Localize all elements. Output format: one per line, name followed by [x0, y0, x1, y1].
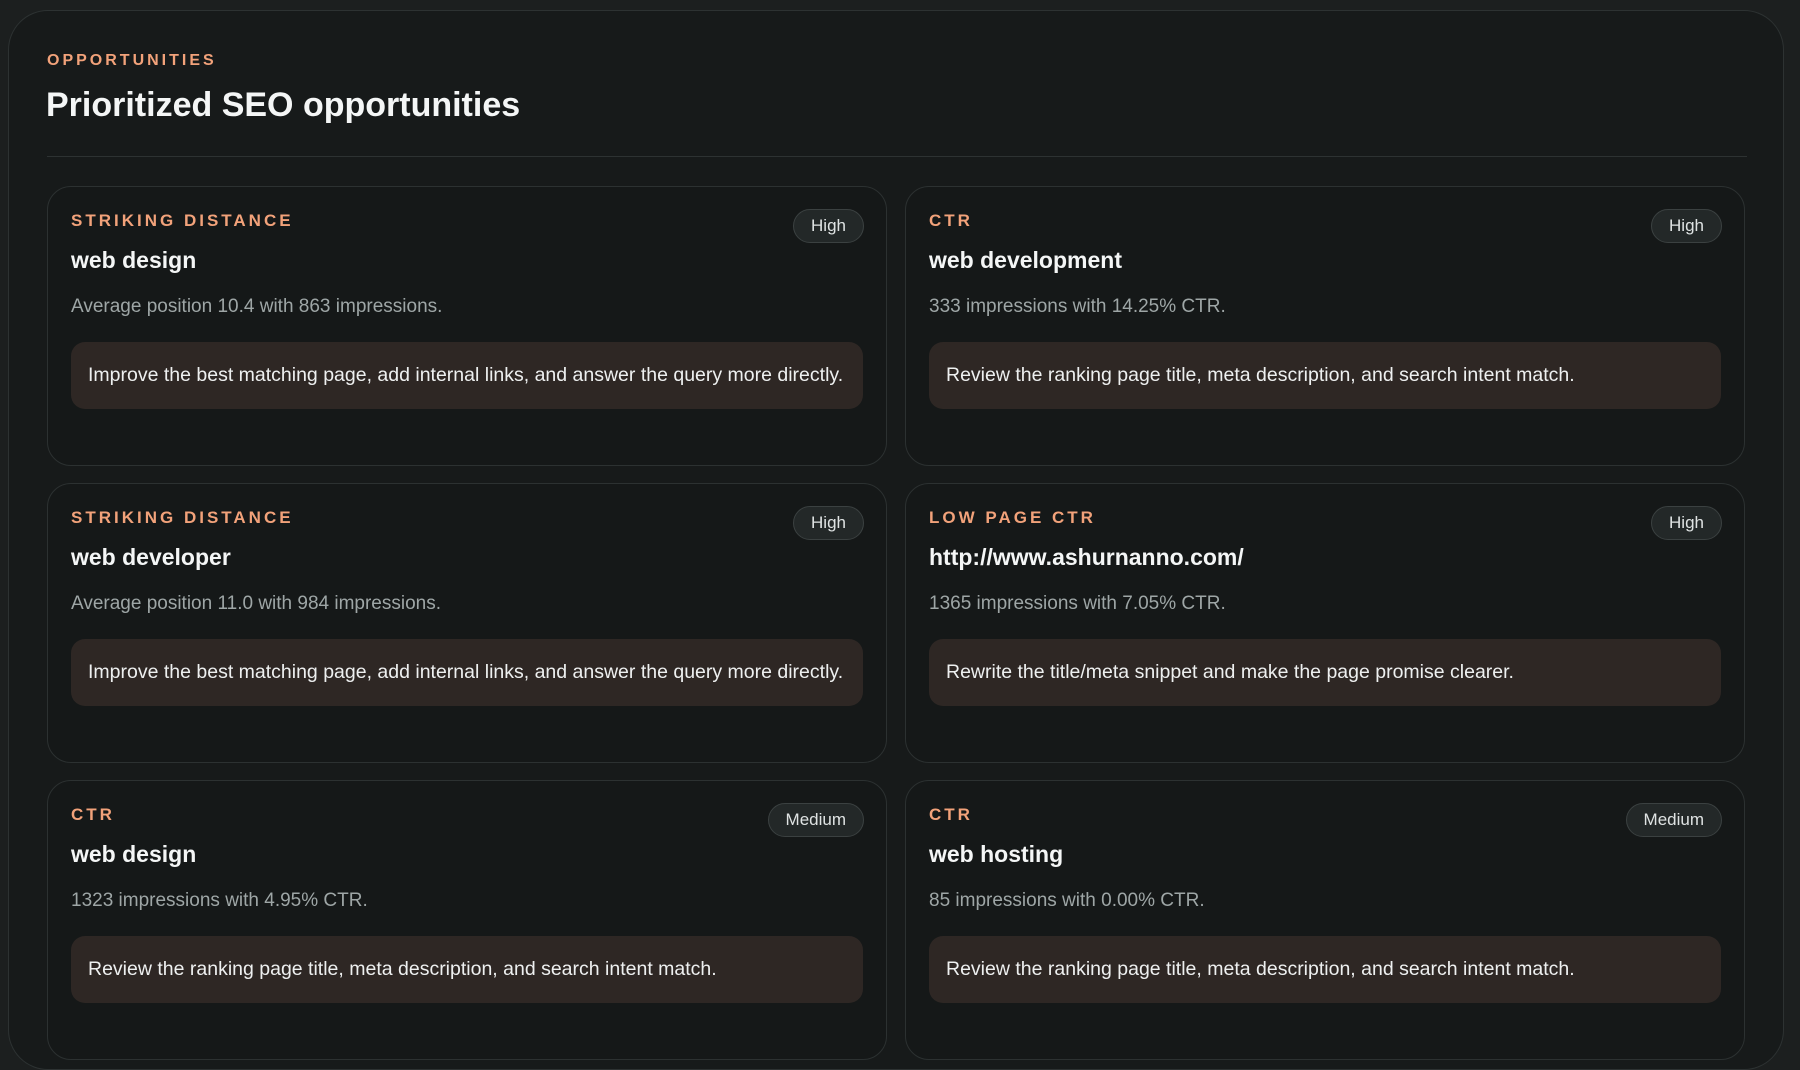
opportunity-metric: 85 impressions with 0.00% CTR. [929, 890, 1205, 911]
opportunity-metric: Average position 10.4 with 863 impressio… [71, 296, 443, 317]
opportunity-type: CTR [929, 211, 973, 230]
opportunity-keyword: web development [929, 247, 1122, 273]
recommended-action: Review the ranking page title, meta desc… [71, 936, 863, 1003]
recommended-action: Review the ranking page title, meta desc… [929, 936, 1721, 1003]
priority-badge[interactable]: High [1651, 506, 1722, 540]
opportunity-card: STRIKING DISTANCE High web design Averag… [47, 186, 887, 466]
opportunity-keyword: web hosting [929, 841, 1064, 867]
priority-badge[interactable]: High [793, 506, 864, 540]
opportunity-metric: 1365 impressions with 7.05% CTR. [929, 593, 1226, 614]
recommended-action: Review the ranking page title, meta desc… [929, 342, 1721, 409]
opportunity-keyword: web design [71, 247, 197, 273]
opportunity-type: LOW PAGE CTR [929, 508, 1096, 527]
priority-badge[interactable]: High [793, 209, 864, 243]
priority-badge[interactable]: Medium [767, 803, 864, 837]
opportunity-card: CTR High web development 333 impressions… [905, 186, 1745, 466]
opportunity-url: http://www.ashurnanno.com/ [929, 544, 1244, 570]
page-title: Prioritized SEO opportunities [46, 86, 521, 124]
opportunity-type: CTR [71, 805, 115, 824]
recommended-action: Rewrite the title/meta snippet and make … [929, 639, 1721, 706]
opportunities-panel: OPPORTUNITIES Prioritized SEO opportunit… [8, 10, 1784, 1070]
opportunity-card: CTR Medium web hosting 85 impressions wi… [905, 780, 1745, 1060]
opportunity-card: STRIKING DISTANCE High web developer Ave… [47, 483, 887, 763]
priority-badge[interactable]: High [1651, 209, 1722, 243]
opportunity-type: CTR [929, 805, 973, 824]
header-divider [47, 156, 1747, 157]
opportunity-metric: Average position 11.0 with 984 impressio… [71, 593, 442, 614]
opportunity-type: STRIKING DISTANCE [71, 211, 294, 230]
opportunity-metric: 333 impressions with 14.25% CTR. [929, 296, 1226, 317]
opportunity-metric: 1323 impressions with 4.95% CTR. [71, 890, 368, 911]
opportunity-keyword: web design [71, 841, 197, 867]
opportunity-type: STRIKING DISTANCE [71, 508, 294, 527]
opportunity-keyword: web developer [71, 544, 231, 570]
opportunity-card: LOW PAGE CTR High http://www.ashurnanno.… [905, 483, 1745, 763]
recommended-action: Improve the best matching page, add inte… [71, 639, 863, 706]
section-eyebrow: OPPORTUNITIES [47, 52, 217, 69]
priority-badge[interactable]: Medium [1625, 803, 1722, 837]
recommended-action: Improve the best matching page, add inte… [71, 342, 863, 409]
opportunity-card: CTR Medium web design 1323 impressions w… [47, 780, 887, 1060]
